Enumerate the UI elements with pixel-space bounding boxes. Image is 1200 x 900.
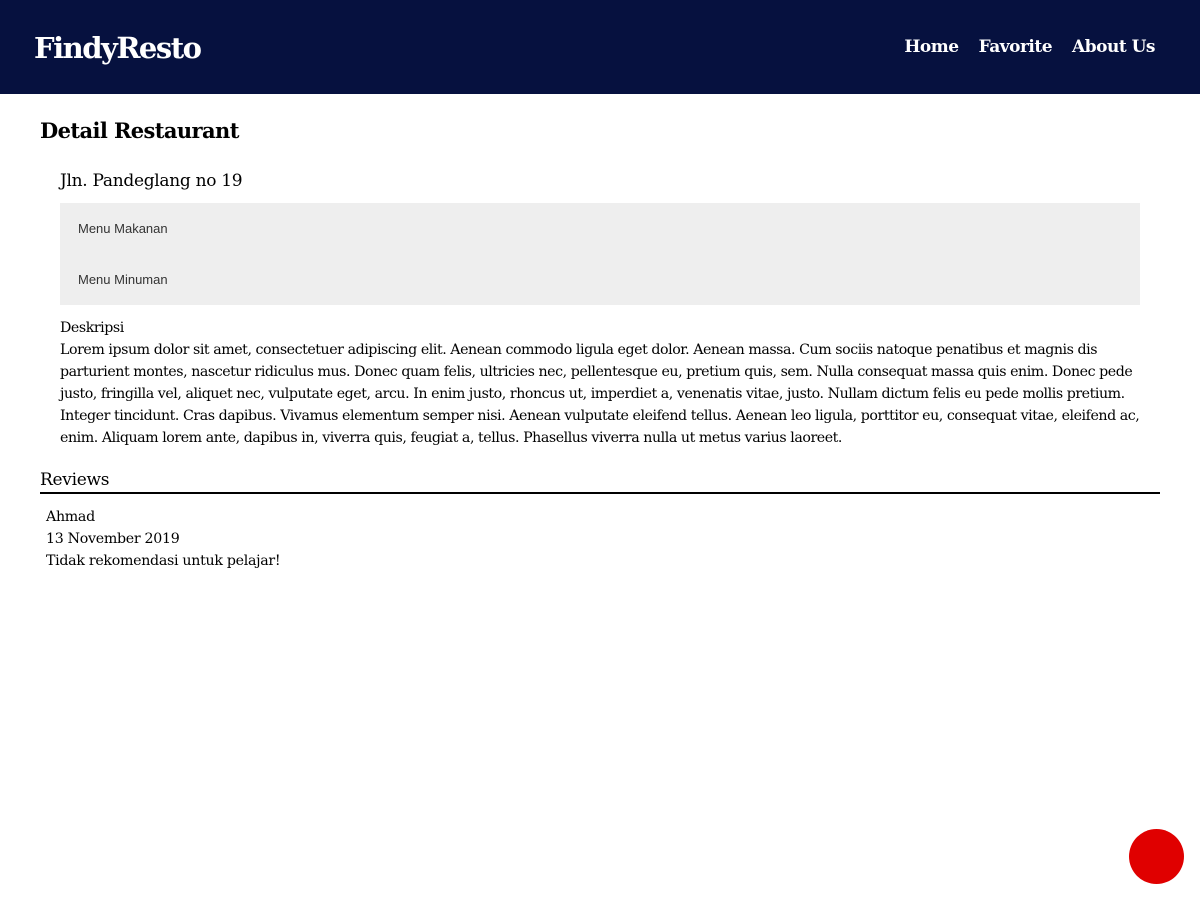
description-label: Deskripsi — [60, 320, 124, 336]
restaurant-address: Jln. Pandeglang no 19 — [60, 171, 243, 191]
nav-links: Home Favorite About Us — [884, 34, 1155, 60]
review-author: Ahmad — [46, 509, 95, 525]
top-navbar: FindyResto Home Favorite About Us — [0, 0, 1200, 94]
review-date: 13 November 2019 — [46, 531, 180, 547]
nav-link-home[interactable]: Home — [904, 34, 959, 60]
reviews-heading: Reviews — [40, 470, 110, 490]
nav-link-favorite[interactable]: Favorite — [979, 34, 1053, 60]
review-item: Ahmad 13 November 2019 Tidak rekomendasi… — [46, 506, 281, 572]
brand-logo[interactable]: FindyResto — [34, 28, 202, 68]
nav-link-about-us[interactable]: About Us — [1072, 34, 1155, 60]
description-section: Deskripsi Lorem ipsum dolor sit amet, co… — [60, 317, 1145, 449]
favorite-button[interactable] — [1129, 829, 1184, 884]
menu-drink-item[interactable]: Menu Minuman — [78, 271, 168, 289]
page-title: Detail Restaurant — [40, 118, 239, 143]
description-text: Lorem ipsum dolor sit amet, consectetuer… — [60, 342, 1140, 446]
menu-food-item[interactable]: Menu Makanan — [78, 220, 168, 238]
review-text: Tidak rekomendasi untuk pelajar! — [46, 553, 281, 569]
reviews-divider — [40, 492, 1160, 494]
menu-panel: Menu Makanan Menu Minuman — [60, 203, 1140, 305]
